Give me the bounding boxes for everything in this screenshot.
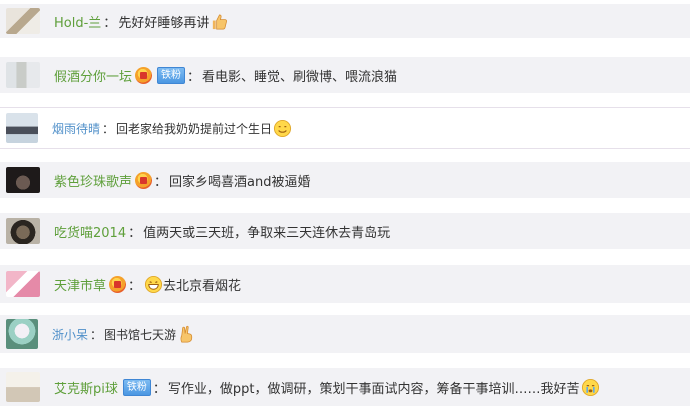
comment-text: 图书馆七天游 <box>104 327 177 342</box>
comment-text: 回家乡喝喜酒and被逼婚 <box>169 174 311 190</box>
avatar[interactable] <box>6 8 40 34</box>
comment-row: 烟雨待晴 ： 回老家给我奶奶提前过个生日 <box>0 107 690 149</box>
crying-face-icon <box>581 378 600 397</box>
grin-face-icon <box>144 275 163 294</box>
colon: ： <box>128 278 142 294</box>
comment-row: Hold-兰 ： 先好好睡够再讲 <box>0 4 690 38</box>
avatar[interactable] <box>6 271 40 297</box>
vip-badge-icon[interactable] <box>135 66 153 84</box>
comment-row: 紫色珍珠歌声 ： 回家乡喝喜酒and被逼婚 <box>0 162 690 198</box>
vip-badge-icon[interactable] <box>135 171 153 189</box>
username-link[interactable]: Hold-兰 <box>54 12 101 31</box>
avatar[interactable] <box>6 372 40 402</box>
vip-badge-icon[interactable] <box>109 275 127 293</box>
yeah-hand-icon <box>177 325 196 344</box>
comment-text: 看电影、睡觉、刷微博、喂流浪猫 <box>202 69 398 85</box>
avatar[interactable] <box>6 62 40 88</box>
colon: ： <box>90 327 103 342</box>
smile-face-icon <box>273 119 292 138</box>
comment-row: 天津市草 ： 去北京看烟花 <box>0 265 690 303</box>
comment-row: 艾克斯pi球 铁粉 ： 写作业，做ppt，做调研，策划干事面试内容，筹备干事培训… <box>0 368 690 406</box>
comment-text: 值两天或三天班，争取来三天连休去青岛玩 <box>143 225 391 241</box>
fan-badge[interactable]: 铁粉 <box>157 66 186 84</box>
fan-badge[interactable]: 铁粉 <box>122 378 151 396</box>
username-link[interactable]: 艾克斯pi球 <box>54 378 118 397</box>
colon: ： <box>152 381 166 397</box>
username-link[interactable]: 吃货喵2014 <box>54 222 126 241</box>
comment-text: 回老家给我奶奶提前过个生日 <box>116 121 273 136</box>
comment-row: 浙小呆 ： 图书馆七天游 <box>0 315 690 353</box>
colon: ： <box>154 174 168 190</box>
avatar[interactable] <box>6 319 38 349</box>
comment-row: 吃货喵2014 ： 值两天或三天班，争取来三天连休去青岛玩 <box>0 213 690 249</box>
colon: ： <box>103 15 117 31</box>
colon: ： <box>102 121 115 136</box>
comment-row: 假酒分你一坛 铁粉 ： 看电影、睡觉、刷微博、喂流浪猫 <box>0 57 690 93</box>
comment-text: 先好好睡够再讲 <box>118 15 210 31</box>
colon: ： <box>128 225 142 241</box>
avatar[interactable] <box>6 113 38 143</box>
colon: ： <box>187 69 201 85</box>
username-link[interactable]: 浙小呆 <box>52 326 88 343</box>
comment-text: 去北京看烟花 <box>163 278 242 294</box>
username-link[interactable]: 紫色珍珠歌声 <box>54 171 132 190</box>
comment-text: 写作业，做ppt，做调研，策划干事面试内容，筹备干事培训……我好苦 <box>167 381 580 397</box>
username-link[interactable]: 天津市草 <box>54 275 106 294</box>
avatar[interactable] <box>6 167 40 193</box>
username-link[interactable]: 烟雨待晴 <box>52 120 100 137</box>
thumbs-up-icon <box>210 12 229 31</box>
username-link[interactable]: 假酒分你一坛 <box>54 66 132 85</box>
avatar[interactable] <box>6 218 40 244</box>
